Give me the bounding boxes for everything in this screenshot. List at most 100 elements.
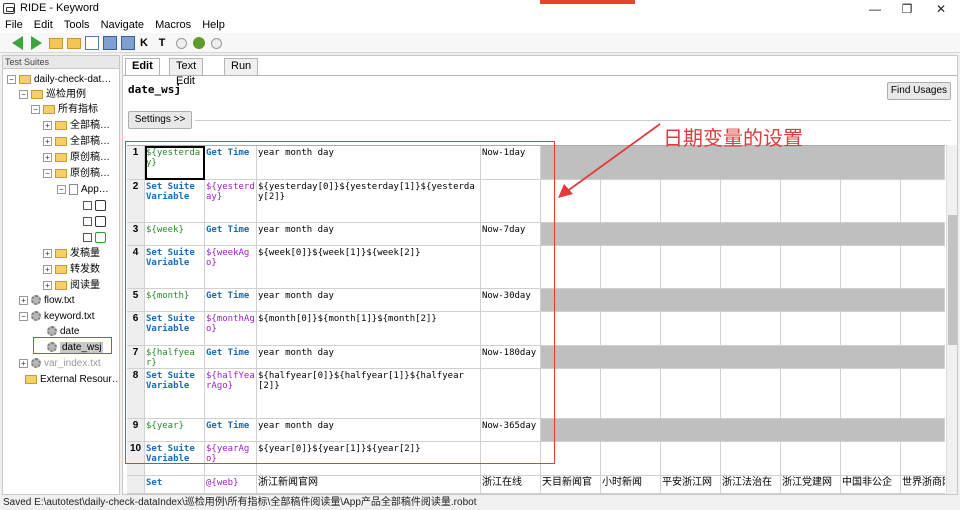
expand-icon[interactable]: + bbox=[19, 295, 28, 305]
grid-cell[interactable]: 浙江新闻官网 bbox=[257, 476, 481, 494]
menu-tools[interactable]: Tools bbox=[64, 18, 90, 33]
grid-cell[interactable]: year month day bbox=[257, 289, 481, 312]
grid-cell[interactable] bbox=[721, 312, 781, 346]
open-folder-icon[interactable] bbox=[49, 38, 63, 49]
expand-icon[interactable]: + bbox=[43, 248, 52, 258]
grid-cell[interactable]: Now-365day bbox=[481, 419, 541, 442]
grid-cell[interactable]: Now-180day bbox=[481, 346, 541, 369]
expand-icon[interactable]: + bbox=[43, 136, 52, 146]
grid-cell[interactable]: Set Suite Variable bbox=[145, 369, 205, 419]
grid-cell[interactable] bbox=[841, 246, 901, 289]
grid-cell[interactable] bbox=[781, 442, 841, 476]
grid-cell[interactable]: Get Time bbox=[205, 223, 257, 246]
tab-text-edit[interactable]: Text Edit bbox=[169, 58, 204, 87]
maximize-button[interactable]: ❐ bbox=[890, 0, 924, 18]
grid-cell[interactable]: ${month[0]}${month[1]}${month[2]} bbox=[257, 312, 481, 346]
checkbox[interactable] bbox=[83, 232, 92, 242]
grid-cell[interactable] bbox=[661, 369, 721, 419]
tree-node-all-metrics[interactable]: − 所有指标 bbox=[31, 102, 98, 117]
grid-cell[interactable]: Set Suite Variable bbox=[145, 312, 205, 346]
grid-cell[interactable] bbox=[781, 312, 841, 346]
grid-cell[interactable]: ${yesterday[0]}${yesterday[1]}${yesterda… bbox=[257, 180, 481, 223]
grid-cell[interactable]: ${yesterday} bbox=[205, 180, 257, 223]
menu-edit[interactable]: Edit bbox=[34, 18, 53, 33]
grid-cell[interactable]: Get Time bbox=[205, 146, 257, 180]
grid-cell[interactable] bbox=[901, 369, 945, 419]
grid-cell[interactable] bbox=[541, 312, 601, 346]
grid-cell[interactable]: 浙江党建网 bbox=[781, 476, 841, 494]
grid-cell[interactable] bbox=[601, 442, 661, 476]
grid-cell[interactable] bbox=[541, 369, 601, 419]
grid-cell[interactable]: Set Suite Variable bbox=[145, 442, 205, 476]
tab-edit[interactable]: Edit bbox=[125, 58, 160, 76]
menu-macros[interactable]: Macros bbox=[155, 18, 191, 33]
grid-cell[interactable]: ${monthAgo} bbox=[205, 312, 257, 346]
bug-icon[interactable] bbox=[193, 37, 205, 49]
menu-navigate[interactable]: Navigate bbox=[101, 18, 144, 33]
grid-cell[interactable]: Now-7day bbox=[481, 223, 541, 246]
menu-file[interactable]: File bbox=[5, 18, 23, 33]
grid-cell[interactable] bbox=[901, 442, 945, 476]
grid-cell[interactable] bbox=[841, 312, 901, 346]
tree-node-suite[interactable]: + 阅读量 bbox=[43, 278, 100, 293]
grid-cell[interactable] bbox=[601, 312, 661, 346]
grid-cell[interactable] bbox=[661, 180, 721, 223]
back-arrow-icon[interactable] bbox=[12, 36, 23, 50]
grid-cell[interactable]: ${yearAgo} bbox=[205, 442, 257, 476]
grid-cell[interactable] bbox=[781, 369, 841, 419]
grid-cell[interactable] bbox=[901, 180, 945, 223]
grid-cell[interactable] bbox=[481, 312, 541, 346]
keyword-icon[interactable]: K bbox=[137, 36, 151, 50]
grid-cell[interactable]: 浙江法治在 bbox=[721, 476, 781, 494]
grid-cell[interactable] bbox=[721, 246, 781, 289]
forward-arrow-icon[interactable] bbox=[31, 36, 42, 50]
new-folder-icon[interactable] bbox=[67, 38, 81, 49]
minimize-button[interactable]: — bbox=[858, 0, 892, 18]
grid-cell[interactable]: Get Time bbox=[205, 419, 257, 442]
grid-cell[interactable]: Now-30day bbox=[481, 289, 541, 312]
grid-cell[interactable] bbox=[541, 442, 601, 476]
grid-cell[interactable] bbox=[841, 442, 901, 476]
close-button[interactable]: ✕ bbox=[924, 0, 958, 18]
save-all-icon[interactable] bbox=[121, 36, 135, 50]
tree-node-keyword-file[interactable]: − keyword.txt bbox=[19, 309, 95, 324]
grid-cell[interactable]: ${halfyear[0]}${halfyear[1]}${halfyear[2… bbox=[257, 369, 481, 419]
test-icon[interactable]: T bbox=[155, 36, 169, 50]
tree-node-var-index[interactable]: + var_index.txt bbox=[19, 356, 101, 371]
grid-cell[interactable] bbox=[481, 442, 541, 476]
tree-node-suite[interactable]: + 全部稿… bbox=[43, 118, 110, 133]
grid-cell[interactable] bbox=[481, 246, 541, 289]
vertical-scrollbar[interactable] bbox=[946, 145, 957, 494]
find-usages-button[interactable]: Find Usages bbox=[887, 82, 951, 100]
grid-cell[interactable] bbox=[781, 180, 841, 223]
tree-node-keyword-date[interactable]: date bbox=[47, 324, 79, 339]
grid-cell[interactable] bbox=[601, 369, 661, 419]
grid-cell[interactable] bbox=[481, 180, 541, 223]
scrollbar-thumb[interactable] bbox=[948, 215, 957, 345]
grid-cell[interactable]: Get Time bbox=[205, 289, 257, 312]
grid-cell[interactable]: year month day bbox=[257, 346, 481, 369]
tree-node-suite[interactable]: + 发稿量 bbox=[43, 246, 100, 261]
grid-cell[interactable]: 平安浙江网 bbox=[661, 476, 721, 494]
grid-cell[interactable] bbox=[661, 312, 721, 346]
tree-node-flow[interactable]: + flow.txt bbox=[19, 293, 75, 308]
settings-button[interactable]: Settings >> bbox=[128, 111, 192, 129]
grid-cell[interactable] bbox=[841, 369, 901, 419]
grid-cell[interactable] bbox=[901, 312, 945, 346]
tree-node-testcase[interactable] bbox=[83, 214, 106, 229]
tree-node-suite[interactable]: − 原创稿… bbox=[43, 166, 110, 181]
grid-cell[interactable]: ${week} bbox=[145, 223, 205, 246]
grid-cell[interactable] bbox=[721, 369, 781, 419]
grid-cell[interactable] bbox=[721, 180, 781, 223]
collapse-icon[interactable]: − bbox=[43, 168, 52, 178]
grid-cell[interactable] bbox=[721, 442, 781, 476]
checkbox[interactable] bbox=[83, 200, 92, 210]
grid-cell[interactable]: Set Suite Variable bbox=[145, 246, 205, 289]
menu-help[interactable]: Help bbox=[202, 18, 225, 33]
grid-cell[interactable]: Now-1day bbox=[481, 146, 541, 180]
collapse-icon[interactable]: − bbox=[57, 184, 66, 194]
expand-icon[interactable]: + bbox=[43, 120, 52, 130]
grid-cell[interactable]: ${year} bbox=[145, 419, 205, 442]
collapse-icon[interactable]: − bbox=[19, 311, 28, 321]
collapse-icon[interactable]: − bbox=[7, 74, 16, 84]
